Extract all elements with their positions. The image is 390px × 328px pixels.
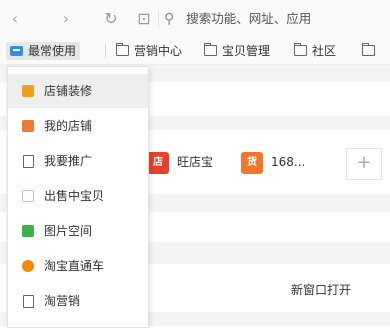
168-app-icon: 货 — [241, 151, 263, 174]
bookmark-label: 宝贝管理 — [222, 44, 271, 58]
taobao-ztc-icon — [22, 260, 34, 272]
folder-icon — [204, 43, 217, 56]
back-icon[interactable]: ‹ — [6, 8, 24, 30]
bookmark-label: 营销中心 — [134, 44, 183, 58]
add-app-button[interactable]: + — [346, 148, 382, 180]
bookmarks-bar: 最常使用 营销中心 宝贝管理 社区 — [0, 38, 390, 65]
snapshot-icon[interactable]: ⊡ — [134, 8, 154, 30]
bookmark-item-management[interactable]: 宝贝管理 — [204, 42, 270, 60]
toolbar-divider — [158, 11, 159, 27]
menu-item-taobao-ztc[interactable]: 淘宝直通车 — [8, 249, 148, 283]
on-sale-icon — [22, 190, 34, 202]
app-wangdianbao[interactable]: 店旺店宝 — [147, 147, 213, 177]
tray-icon — [10, 46, 23, 56]
browser-toolbar: ‹ › ↻ ⊡ ⚲ 搜索功能、网址、应用 — [0, 0, 390, 38]
wangdianbao-icon: 店 — [147, 151, 169, 174]
most-used-dropdown: 店铺装修 我的店铺 我要推广 出售中宝贝 图片空间 淘宝直通车 淘营销 — [7, 66, 149, 328]
image-space-icon — [22, 225, 34, 237]
menu-item-label: 图片空间 — [44, 224, 93, 238]
bookmark-overflow-folder[interactable] — [362, 42, 380, 60]
bookmark-most-used[interactable]: 最常使用 — [6, 42, 81, 60]
menu-item-store-decoration[interactable]: 店铺装修 — [8, 74, 148, 108]
folder-icon — [294, 43, 307, 56]
bookmark-label: 社区 — [312, 44, 337, 58]
my-store-icon — [22, 120, 34, 132]
folder-icon — [116, 43, 129, 56]
menu-item-image-space[interactable]: 图片空间 — [8, 214, 148, 248]
bookmark-label: 最常使用 — [28, 44, 77, 58]
app-168[interactable]: 货 168... — [241, 147, 305, 177]
menu-item-label: 淘营销 — [44, 294, 81, 308]
forward-icon[interactable]: › — [57, 8, 75, 30]
menu-item-label: 出售中宝贝 — [44, 189, 105, 203]
menu-item-tao-marketing[interactable]: 淘营销 — [8, 284, 148, 318]
bookmark-divider — [105, 44, 106, 58]
reload-icon[interactable]: ↻ — [101, 8, 121, 30]
menu-item-label: 店铺装修 — [44, 84, 93, 98]
menu-item-label: 我要推广 — [44, 154, 93, 168]
store-decoration-icon — [22, 85, 34, 97]
menu-item-my-store[interactable]: 我的店铺 — [8, 109, 148, 143]
folder-icon — [362, 43, 375, 56]
menu-item-label: 淘宝直通车 — [44, 259, 105, 273]
menu-item-promotion[interactable]: 我要推广 — [8, 144, 148, 178]
address-bar[interactable]: ⚲ 搜索功能、网址、应用 — [164, 8, 311, 30]
app-label: 168... — [271, 155, 306, 169]
address-placeholder: 搜索功能、网址、应用 — [186, 11, 312, 26]
menu-item-items-on-sale[interactable]: 出售中宝贝 — [8, 179, 148, 213]
open-new-window-link[interactable]: 新窗口打开 — [291, 281, 351, 298]
app-label: 旺店宝 — [177, 155, 214, 169]
search-icon: ⚲ — [164, 11, 175, 27]
menu-item-label: 我的店铺 — [44, 119, 93, 133]
document-icon — [23, 155, 34, 168]
bookmark-marketing-center[interactable]: 营销中心 — [116, 42, 182, 60]
bookmark-community[interactable]: 社区 — [294, 42, 336, 60]
document-icon — [23, 295, 34, 308]
